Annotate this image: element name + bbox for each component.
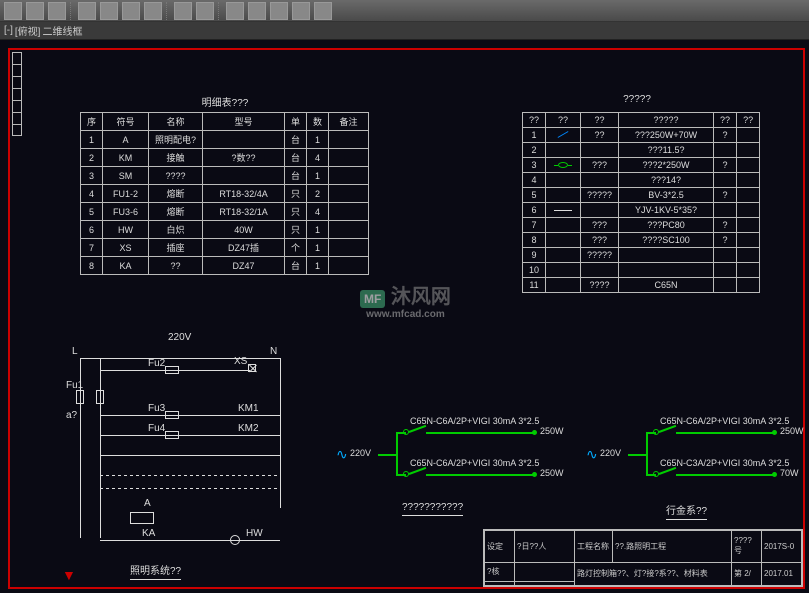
- table2-title: ?????: [522, 94, 752, 105]
- sym-line: [554, 210, 572, 211]
- table-row: 8???????SC100?: [523, 233, 760, 248]
- table-header: 名称: [149, 113, 203, 131]
- table-row: 9?????: [523, 248, 760, 263]
- lamp-icon: [230, 535, 240, 545]
- tab-frame[interactable]: 二维线框: [42, 23, 82, 38]
- sym-circ: [558, 162, 568, 168]
- table-header: ??: [737, 113, 760, 128]
- drawing-canvas[interactable]: 明细表??? 序符号名称型号单数备注1A照明配电?台12KM接触?数??台43S…: [0, 40, 809, 593]
- ammeter-icon: [130, 512, 154, 524]
- left-ruler: [12, 52, 22, 252]
- table-row: 2???11.5?: [523, 143, 760, 158]
- table-header: 备注: [329, 113, 369, 131]
- toolbar-icon[interactable]: [292, 2, 310, 20]
- table-right: ???????????????1?????250W+70W?2???11.5?3…: [522, 112, 760, 293]
- tab-view[interactable]: [俯视]: [15, 23, 41, 38]
- sym-diag: [555, 130, 571, 138]
- title-block: 设定 ?日??人 工程名称 ??.路照明工程 ????号 2017S-0 ?核 …: [483, 529, 803, 587]
- table-header: 序: [81, 113, 103, 131]
- toolbar-icon[interactable]: [26, 2, 44, 20]
- distribution-diagram-2: ∿ 220V C65N-C6A/2P+VIGI 30mA 3*2.5 250W …: [590, 420, 806, 520]
- table-header: 符号: [103, 113, 149, 131]
- table-header: ??: [714, 113, 737, 128]
- table-row: 3SM????台1: [81, 167, 369, 185]
- table-header: ??: [546, 113, 581, 128]
- table-header: ??: [523, 113, 546, 128]
- table-row: 8KA??DZ47台1: [81, 257, 369, 275]
- distribution-diagram-1: ∿ 220V C65N-C6A/2P+VIGI 30mA 3*2.5 250W …: [340, 420, 560, 520]
- table-row: 4???14?: [523, 173, 760, 188]
- table-left: 序符号名称型号单数备注1A照明配电?台12KM接触?数??台43SM????台1…: [80, 112, 369, 275]
- table-row: 4FU1-2熔断RT18-32/4A只2: [81, 185, 369, 203]
- ac-icon: ∿: [586, 446, 598, 463]
- toolbar-icon[interactable]: [248, 2, 266, 20]
- table-row: 3??????2*250W?: [523, 158, 760, 173]
- table-header: 单: [285, 113, 307, 131]
- toolbar-icon[interactable]: [144, 2, 162, 20]
- toolbar-icon[interactable]: [314, 2, 332, 20]
- toolbar-icon[interactable]: [100, 2, 118, 20]
- table-row: 6HW白炽40W只1: [81, 221, 369, 239]
- table-row: 11????C65N: [523, 278, 760, 293]
- table-row: 10: [523, 263, 760, 278]
- table-row: 5?????BV-3*2.5?: [523, 188, 760, 203]
- table-header: ??: [581, 113, 619, 128]
- table-header: 数: [307, 113, 329, 131]
- table1-title: 明细表???: [80, 94, 370, 109]
- toolbar: [0, 0, 809, 22]
- table-row: 2KM接触?数??台4: [81, 149, 369, 167]
- table-row: 7XS插座DZ47插个1: [81, 239, 369, 257]
- tab-collapse[interactable]: [-]: [4, 25, 13, 36]
- table-header: ?????: [619, 113, 714, 128]
- ucs-icon: ▼: [62, 567, 76, 583]
- table-row: 1?????250W+70W?: [523, 128, 760, 143]
- toolbar-icon[interactable]: [48, 2, 66, 20]
- toolbar-icon[interactable]: [196, 2, 214, 20]
- toolbar-icon[interactable]: [174, 2, 192, 20]
- toolbar-icon[interactable]: [4, 2, 22, 20]
- toolbar-icon[interactable]: [122, 2, 140, 20]
- table-row: 7??????PC80?: [523, 218, 760, 233]
- toolbar-icon[interactable]: [270, 2, 288, 20]
- toolbar-icon[interactable]: [226, 2, 244, 20]
- control-schematic: L 220V N Fu1 a? Fu2 XS Fu3 KM1 Fu4 KM2 A…: [70, 340, 330, 570]
- ac-icon: ∿: [336, 446, 348, 463]
- table-row: 5FU3-6熔断RT18-32/1A只4: [81, 203, 369, 221]
- toolbar-icon[interactable]: [78, 2, 96, 20]
- table-header: 型号: [203, 113, 285, 131]
- table-row: 6YJV-1KV-5*35?: [523, 203, 760, 218]
- table-row: 1A照明配电?台1: [81, 131, 369, 149]
- view-tabbar: [-] [俯视] 二维线框: [0, 22, 809, 40]
